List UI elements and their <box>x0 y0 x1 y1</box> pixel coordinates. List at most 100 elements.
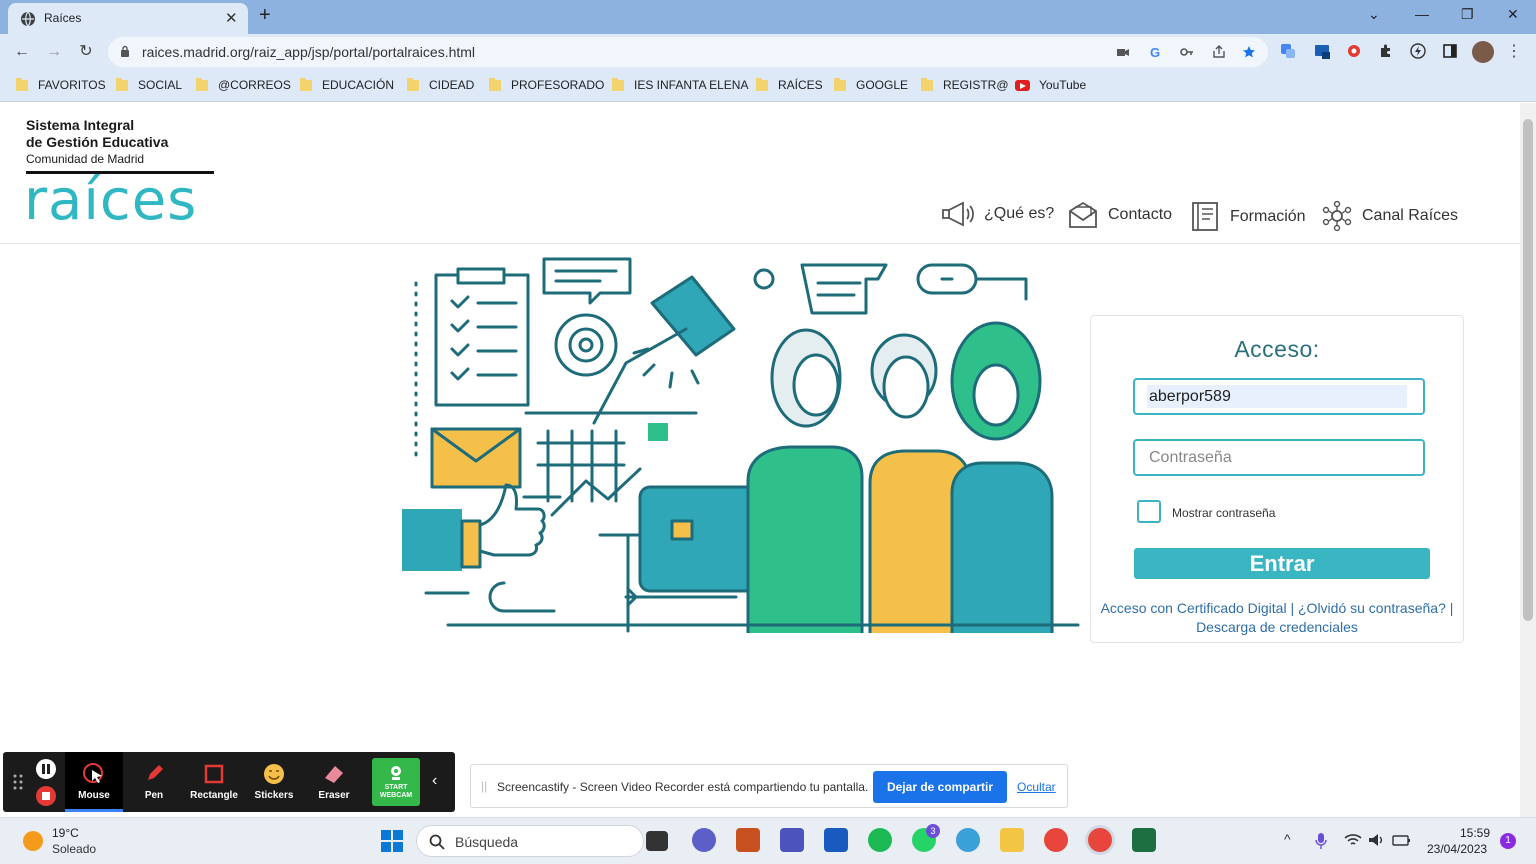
weather-condition[interactable]: Soleado <box>52 842 96 856</box>
tray-chevron-icon[interactable]: ^ <box>1284 831 1291 847</box>
lock-icon <box>121 45 129 57</box>
password-field[interactable] <box>1133 439 1425 476</box>
pause-icon[interactable] <box>36 759 56 779</box>
extensions-puzzle-icon[interactable] <box>1378 43 1394 59</box>
windows-start-icon[interactable] <box>380 829 404 853</box>
bookmark-educacion[interactable]: EDUCACIÓN <box>300 77 394 92</box>
taskbar-search[interactable]: Búsqueda <box>416 825 644 857</box>
folder-icon <box>300 77 312 91</box>
url-text: raices.madrid.org/raiz_app/jsp/portal/po… <box>142 44 476 60</box>
bookmark-youtube[interactable]: YouTube <box>1015 78 1086 92</box>
bookmark-star-icon[interactable] <box>1242 45 1256 59</box>
chat-icon[interactable] <box>692 828 716 852</box>
google-icon[interactable]: G <box>1148 45 1162 59</box>
nav-canal-raices[interactable]: Canal Raíces <box>1322 201 1458 231</box>
back-icon[interactable]: ← <box>12 42 32 62</box>
bookmark-cidead[interactable]: CIDEAD <box>407 77 474 92</box>
show-password-checkbox[interactable] <box>1137 500 1161 523</box>
stickers-tool[interactable]: Stickers <box>245 752 303 812</box>
lightning-extension-icon[interactable] <box>1410 43 1426 59</box>
side-panel-icon[interactable] <box>1442 43 1458 59</box>
address-bar[interactable]: raices.madrid.org/raiz_app/jsp/portal/po… <box>108 37 1268 67</box>
hide-link[interactable]: Ocultar <box>1017 780 1056 794</box>
page-scrollbar[interactable] <box>1520 103 1536 817</box>
chrome-profile-icon[interactable] <box>1088 828 1112 852</box>
eraser-tool[interactable]: Eraser <box>305 752 363 812</box>
tab-search-icon[interactable]: ⌄ <box>1368 6 1380 23</box>
bookmark-raices[interactable]: RAÍCES <box>756 77 823 92</box>
tab-close-icon[interactable]: ✕ <box>225 9 238 27</box>
camera-blocked-icon[interactable] <box>1116 45 1130 59</box>
tab-title: Raíces <box>44 11 82 25</box>
page-content: Sistema Integral de Gestión Educativa Co… <box>0 103 1520 817</box>
pen-tool[interactable]: Pen <box>125 752 183 812</box>
task-view-icon[interactable] <box>646 831 668 851</box>
bookmark-registro[interactable]: REGISTR@ <box>921 77 1009 92</box>
reload-icon[interactable]: ↻ <box>76 42 96 62</box>
window-close-icon[interactable]: ✕ <box>1507 6 1519 23</box>
collapse-chevron-icon[interactable]: ‹ <box>432 772 437 790</box>
bookmark-ies-infanta-elena[interactable]: IES INFANTA ELENA <box>612 77 748 92</box>
key-icon[interactable] <box>1180 45 1194 59</box>
menu-kebab-icon[interactable]: ⋮ <box>1504 42 1524 62</box>
teams-icon[interactable] <box>780 828 804 852</box>
screencastify-extension-icon[interactable] <box>1346 43 1362 59</box>
restore-icon[interactable]: ❐ <box>1461 6 1474 23</box>
certificate-link[interactable]: Acceso con Certificado Digital <box>1101 600 1287 616</box>
drag-handle-icon[interactable] <box>13 774 23 790</box>
spotify-icon[interactable] <box>868 828 892 852</box>
excel-icon[interactable] <box>1132 828 1156 852</box>
profile-avatar[interactable] <box>1472 41 1494 63</box>
translate-extension-icon[interactable] <box>1280 43 1296 59</box>
stickies-app-icon[interactable] <box>736 828 760 852</box>
bookmark-favoritos[interactable]: FAVORITOS <box>16 77 106 92</box>
forward-icon[interactable]: → <box>44 42 64 62</box>
folder-icon <box>116 77 128 91</box>
stop-sharing-button[interactable]: Dejar de compartir <box>873 771 1007 803</box>
chrome-icon[interactable] <box>1044 828 1068 852</box>
download-credentials-link[interactable]: Descarga de credenciales <box>1196 619 1358 635</box>
share-icon[interactable] <box>1212 45 1226 59</box>
rectangle-tool[interactable]: Rectangle <box>185 752 243 812</box>
clock-date[interactable]: 23/04/2023 <box>1427 842 1487 856</box>
username-field[interactable] <box>1133 378 1425 415</box>
education-illustration <box>402 257 1080 633</box>
start-webcam-button[interactable]: START WEBCAM <box>372 758 420 806</box>
volume-icon[interactable] <box>1368 833 1386 847</box>
weather-temperature[interactable]: 19°C <box>52 826 79 840</box>
drag-handle-icon[interactable]: || <box>481 779 487 793</box>
bookmarks-bar: FAVORITOS SOCIAL @CORREOS EDUCACIÓN CIDE… <box>0 70 1536 102</box>
raices-logo[interactable]: raíces <box>24 171 197 231</box>
sun-weather-icon[interactable] <box>22 830 44 852</box>
minimize-icon[interactable]: — <box>1415 6 1429 22</box>
mouse-tool[interactable]: Mouse <box>65 752 123 812</box>
browser-globe-icon[interactable] <box>956 828 980 852</box>
bookmark-social[interactable]: SOCIAL <box>116 77 182 92</box>
wifi-icon[interactable] <box>1344 833 1362 847</box>
3d-extension-icon[interactable] <box>1314 43 1330 59</box>
stop-recording-icon[interactable] <box>36 786 56 806</box>
battery-icon[interactable] <box>1392 833 1412 847</box>
browser-tab[interactable]: Raíces ✕ <box>8 3 248 34</box>
folder-icon <box>196 77 208 91</box>
forgot-password-link[interactable]: ¿Olvidó su contraseña? <box>1298 600 1446 616</box>
notification-badge[interactable]: 1 <box>1500 833 1516 849</box>
username-input[interactable] <box>1147 385 1407 408</box>
nav-contacto[interactable]: Contacto <box>1068 201 1172 229</box>
word-icon[interactable] <box>824 828 848 852</box>
microphone-icon[interactable] <box>1314 832 1328 850</box>
file-explorer-icon[interactable] <box>1000 828 1024 852</box>
bookmark-google[interactable]: GOOGLE <box>834 77 908 92</box>
emoji-icon <box>264 764 284 784</box>
new-tab-icon[interactable]: + <box>259 4 271 27</box>
bookmark-correos[interactable]: @CORREOS <box>196 77 291 92</box>
password-input[interactable] <box>1147 446 1407 469</box>
nav-formacion[interactable]: Formación <box>1190 201 1306 233</box>
nav-que-es[interactable]: ¿Qué es? <box>940 201 1054 227</box>
login-heading: Acceso: <box>1234 336 1320 362</box>
show-password-label[interactable]: Mostrar contraseña <box>1172 506 1275 520</box>
clock-time[interactable]: 15:59 <box>1460 826 1490 840</box>
scrollbar-thumb[interactable] <box>1523 119 1533 621</box>
entrar-button[interactable]: Entrar <box>1134 548 1430 579</box>
bookmark-profesorado[interactable]: PROFESORADO <box>489 77 604 92</box>
